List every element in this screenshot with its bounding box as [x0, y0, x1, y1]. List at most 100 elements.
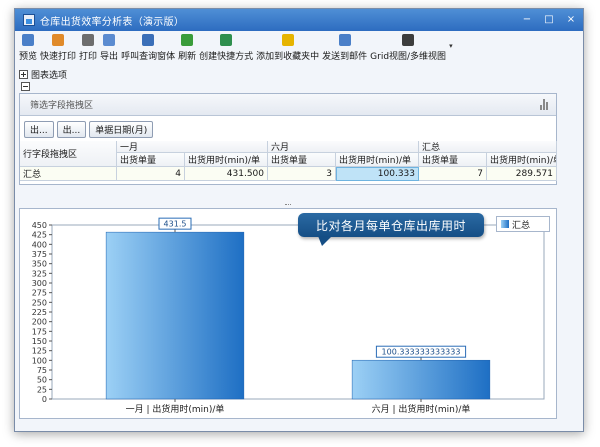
- field-button-2[interactable]: 出...: [56, 121, 87, 138]
- expand-plus-icon: [19, 70, 28, 79]
- toolbar-button[interactable]: 创建快捷方式: [199, 34, 253, 68]
- column-field-area: 出... 出... 单据日期(月): [24, 121, 156, 138]
- toolbar-button-label: 打印: [79, 52, 98, 62]
- y-tick-label: 400: [32, 240, 47, 249]
- table-cell[interactable]: 3: [268, 167, 336, 181]
- field-list-icon[interactable]: [540, 99, 550, 110]
- toolbar-button-label: 发送到邮件: [322, 52, 368, 62]
- y-tick-label: 0: [42, 395, 47, 404]
- shortcut-icon: [220, 34, 233, 46]
- chart-options-toggle[interactable]: 图表选项: [19, 68, 67, 81]
- query-window-icon: [142, 34, 155, 46]
- toolbar-button-label: 刷新: [178, 52, 197, 62]
- toolbar: 预览 快速打印 打印 导出 呼叫查询窗体 刷新 创建快捷方式 添加到收藏夹中 发送到邮件 Grid…: [19, 34, 453, 68]
- toolbar-button[interactable]: 打印: [79, 34, 97, 68]
- table-cell[interactable]: 431.500: [185, 167, 268, 181]
- maximize-button[interactable]: □: [543, 13, 555, 26]
- toolbar-button[interactable]: 添加到收藏夹中: [256, 34, 319, 68]
- x-tick-label: 一月 | 出货用时(min)/单: [126, 403, 225, 415]
- close-button[interactable]: ×: [565, 13, 577, 26]
- chart-legend[interactable]: 汇总: [496, 216, 550, 232]
- data-label: 100.333333333333: [382, 348, 461, 357]
- measure-header[interactable]: 出货单量: [268, 153, 336, 167]
- y-tick-label: 25: [37, 385, 47, 394]
- refresh-icon: [181, 34, 194, 46]
- legend-label: 汇总: [512, 220, 531, 231]
- y-tick-label: 100: [32, 356, 47, 365]
- y-tick-label: 275: [32, 289, 47, 298]
- y-tick-label: 75: [37, 366, 47, 375]
- row-area-label[interactable]: 行字段拖拽区: [20, 141, 117, 167]
- table-cell[interactable]: 4: [117, 167, 185, 181]
- title-bar[interactable]: 仓库出货效率分析表（演示版） − □ ×: [15, 9, 583, 31]
- toolbar-button-label: 预览: [19, 52, 38, 62]
- quick-print-icon: [52, 34, 65, 46]
- y-tick-label: 225: [32, 308, 47, 317]
- y-tick-label: 300: [32, 279, 47, 288]
- table-cell[interactable]: 289.571: [487, 167, 557, 181]
- grid-view-icon: [402, 34, 415, 46]
- measure-header[interactable]: 出货用时(min)/单: [487, 153, 557, 167]
- field-button-1[interactable]: 出...: [24, 121, 54, 138]
- panel-splitter[interactable]: [19, 203, 557, 207]
- bar: [351, 359, 491, 400]
- app-icon: [23, 14, 35, 26]
- measure-header[interactable]: 出货单量: [419, 153, 487, 167]
- measure-header[interactable]: 出货用时(min)/单: [336, 153, 419, 167]
- report-window: 仓库出货效率分析表（演示版） − □ × 预览 快速打印 打印 导出 呼叫查询窗体 刷新创…: [14, 8, 584, 432]
- favorite-star-icon: [281, 34, 294, 46]
- field-button-date-month[interactable]: 单据日期(月): [89, 121, 154, 138]
- y-tick-label: 450: [32, 221, 47, 230]
- y-tick-label: 425: [32, 231, 47, 240]
- filter-area-label: 筛选字段拖拽区: [30, 101, 94, 111]
- y-tick-label: 325: [32, 269, 47, 278]
- toolbar-button[interactable]: 发送到邮件: [322, 34, 367, 68]
- toolbar-button-label: Grid视图/多维视图: [370, 52, 447, 62]
- measure-header[interactable]: 出货用时(min)/单: [185, 153, 268, 167]
- bar-chart: 0255075100125150175200225250275300325350…: [32, 217, 545, 415]
- toolbar-button[interactable]: 导出: [100, 34, 118, 68]
- preview-icon: [22, 34, 34, 46]
- table-cell[interactable]: 7: [419, 167, 487, 181]
- chart-panel: 0 25 50 75 100 125 150 175 200 225 250 275 300 325 350…: [19, 208, 557, 419]
- y-tick-label: 250: [32, 298, 47, 307]
- toolbar-button-label: 快速打印: [40, 52, 77, 62]
- y-tick-label: 150: [32, 337, 47, 346]
- legend-swatch: [501, 220, 509, 228]
- row-header-total[interactable]: 汇总: [20, 167, 117, 181]
- table-cell-selected[interactable]: 100.333: [336, 167, 419, 181]
- toolbar-button[interactable]: 呼叫查询窗体: [121, 34, 175, 68]
- toolbar-button-label: 导出: [100, 52, 119, 62]
- bar: [105, 231, 245, 400]
- data-label: 431.5: [164, 220, 187, 229]
- measure-header[interactable]: 出货单量: [117, 153, 185, 167]
- minimize-button[interactable]: −: [521, 13, 533, 26]
- chart-options-label: 图表选项: [31, 71, 68, 81]
- toolbar-button[interactable]: 快速打印: [40, 34, 76, 68]
- y-tick-label: 175: [32, 327, 47, 336]
- filter-drop-area[interactable]: 筛选字段拖拽区: [20, 94, 556, 116]
- window-title: 仓库出货效率分析表（演示版）: [40, 16, 185, 28]
- y-tick-label: 375: [32, 250, 47, 259]
- y-tick-label: 50: [37, 376, 47, 385]
- y-tick-label: 350: [32, 260, 47, 269]
- export-icon: [103, 34, 116, 46]
- toolbar-button[interactable]: 刷新: [178, 34, 196, 68]
- toolbar-button[interactable]: 预览: [19, 34, 37, 68]
- chart-annotation-callout: 比对各月每单仓库出库用时: [298, 213, 484, 246]
- y-tick-label: 125: [32, 347, 47, 356]
- mail-icon: [338, 34, 351, 46]
- column-header-total[interactable]: 汇总: [419, 141, 557, 153]
- column-header-jan[interactable]: 一月: [117, 141, 268, 153]
- toolbar-button[interactable]: Grid视图/多维视图: [370, 34, 446, 68]
- column-header-jun[interactable]: 六月: [268, 141, 419, 153]
- toolbar-overflow-arrow-icon[interactable]: ▾: [449, 42, 453, 68]
- printer-icon: [82, 34, 95, 46]
- x-tick-label: 六月 | 出货用时(min)/单: [372, 403, 471, 415]
- toolbar-button-label: 添加到收藏夹中: [256, 52, 320, 62]
- y-tick-label: 200: [32, 318, 47, 327]
- toolbar-button-label: 呼叫查询窗体: [121, 52, 176, 62]
- pivot-grid: 筛选字段拖拽区 出... 出... 单据日期(月) 行字段拖拽区 一月 六月 汇…: [19, 93, 557, 185]
- collapse-minus-icon[interactable]: [21, 82, 30, 91]
- toolbar-button-label: 创建快捷方式: [199, 52, 254, 62]
